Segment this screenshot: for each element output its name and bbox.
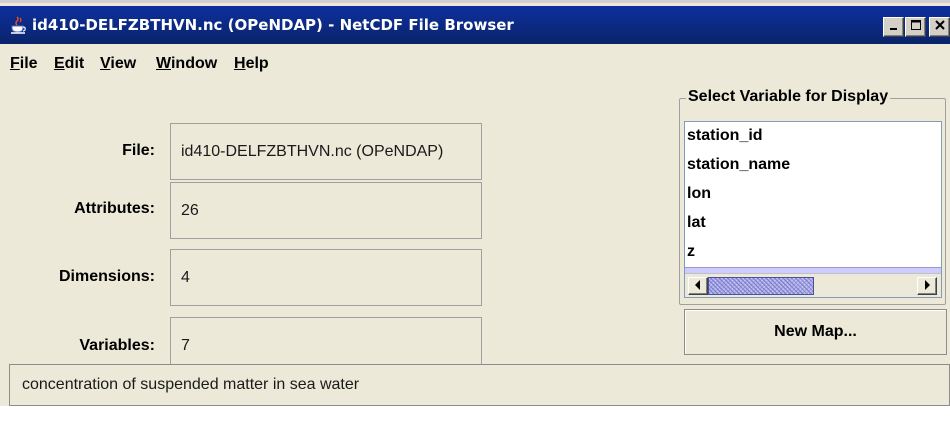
scroll-right-button[interactable] — [917, 277, 937, 295]
variable-item[interactable]: station_id — [685, 122, 941, 150]
menu-bar: File Edit View Window Help — [0, 47, 950, 81]
close-button[interactable] — [929, 17, 950, 37]
attributes-field: 26 — [170, 182, 482, 239]
variables-value: 7 — [181, 336, 190, 354]
variable-panel-title: Select Variable for Display — [686, 88, 891, 106]
menu-window[interactable]: Window — [156, 55, 217, 73]
menu-view-mnemonic: V — [100, 55, 111, 72]
variables-label: Variables: — [79, 337, 155, 354]
maximize-button[interactable] — [905, 17, 926, 37]
menu-file-mnemonic: F — [10, 55, 20, 72]
minimize-icon — [888, 18, 900, 36]
variable-list[interactable]: station_id station_name lon lat z concen… — [684, 121, 942, 298]
window-bottom-area — [0, 406, 950, 442]
scroll-left-button[interactable] — [688, 277, 708, 295]
menu-view[interactable]: View — [100, 55, 136, 73]
variable-item[interactable]: lon — [685, 180, 941, 208]
new-map-button[interactable]: New Map... — [684, 309, 947, 355]
maximize-icon — [910, 18, 922, 36]
menu-edit-mnemonic: E — [54, 55, 65, 72]
menu-window-rest: indow — [170, 55, 218, 72]
menu-window-mnemonic: W — [156, 55, 171, 72]
menu-help-mnemonic: H — [234, 55, 246, 72]
file-field: id410-DELFZBTHVN.nc (OPeNDAP) — [170, 123, 482, 180]
variable-item[interactable]: lat — [685, 209, 941, 237]
dimensions-field: 4 — [170, 249, 482, 306]
netcdf-browser-window: id410-DELFZBTHVN.nc (OPeNDAP) - NetCDF F… — [0, 0, 950, 442]
variable-item[interactable]: station_name — [685, 151, 941, 179]
minimize-button[interactable] — [883, 17, 904, 37]
file-value: id410-DELFZBTHVN.nc (OPeNDAP) — [181, 142, 444, 160]
menu-help[interactable]: Help — [234, 55, 269, 73]
menu-edit[interactable]: Edit — [54, 55, 84, 73]
window-title: id410-DELFZBTHVN.nc (OPeNDAP) - NetCDF F… — [32, 16, 514, 34]
menu-file-rest: ile — [19, 55, 38, 72]
attributes-value: 26 — [181, 201, 199, 219]
variable-item[interactable]: z — [685, 238, 941, 266]
horizontal-scrollbar[interactable] — [685, 273, 941, 297]
scroll-left-icon — [694, 277, 702, 295]
menu-file[interactable]: File — [10, 55, 38, 73]
scroll-thumb[interactable] — [708, 277, 814, 295]
new-map-label: New Map... — [774, 323, 857, 340]
status-bar: concentration of suspended matter in sea… — [9, 364, 950, 406]
attributes-label: Attributes: — [74, 200, 155, 217]
menu-help-rest: elp — [245, 55, 269, 72]
close-icon — [934, 18, 946, 36]
menu-view-rest: iew — [110, 55, 137, 72]
menu-edit-rest: dit — [64, 55, 85, 72]
file-label: File: — [122, 142, 155, 159]
dimensions-label: Dimensions: — [58, 268, 155, 285]
java-cup-icon[interactable] — [8, 15, 28, 35]
scroll-right-icon — [923, 277, 931, 295]
status-text: concentration of suspended matter in sea… — [22, 376, 360, 393]
dimensions-value: 4 — [181, 268, 190, 286]
title-bar[interactable]: id410-DELFZBTHVN.nc (OPeNDAP) - NetCDF F… — [0, 6, 950, 44]
